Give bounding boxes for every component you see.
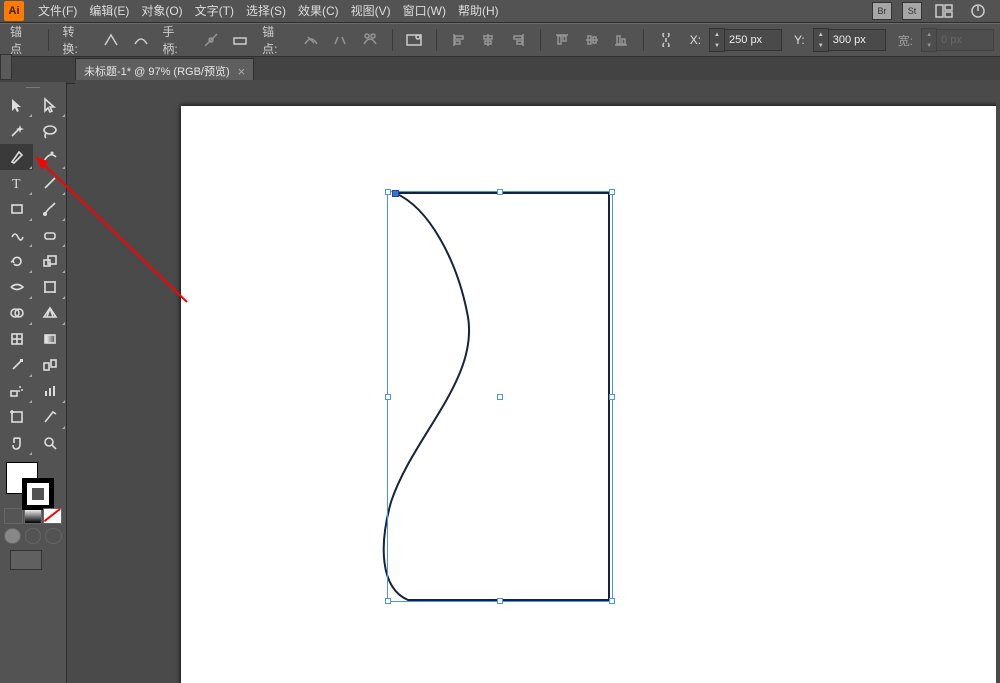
eraser-tool[interactable] <box>33 222 66 248</box>
menu-effect[interactable]: 效果(C) <box>292 0 345 22</box>
artboard-tool[interactable] <box>0 404 33 430</box>
handle-middle-right[interactable] <box>609 394 615 400</box>
curvature-tool[interactable] <box>33 144 66 170</box>
menu-view[interactable]: 视图(V) <box>345 0 397 22</box>
link-wh-icon[interactable] <box>654 28 678 52</box>
shaper-tool[interactable] <box>0 222 33 248</box>
x-field[interactable]: ▲▼ <box>709 28 782 52</box>
paintbrush-tool[interactable] <box>33 196 66 222</box>
gradient-tool[interactable] <box>33 326 66 352</box>
bridge-button[interactable]: Br <box>872 2 892 20</box>
toolbox: T <box>0 82 67 683</box>
stock-button[interactable]: St <box>902 2 922 20</box>
free-transform-tool[interactable] <box>33 274 66 300</box>
column-graph-tool[interactable] <box>33 378 66 404</box>
eyedropper-tool[interactable] <box>0 352 33 378</box>
align-hcenter-button[interactable] <box>477 28 501 52</box>
blend-tool[interactable] <box>33 352 66 378</box>
align-left-button[interactable] <box>447 28 471 52</box>
draw-behind-button[interactable] <box>25 528 42 544</box>
anchors-label: 锚点: <box>258 23 293 57</box>
rectangle-tool[interactable] <box>0 196 33 222</box>
handle-top-right[interactable] <box>609 189 615 195</box>
handle-middle-left[interactable] <box>385 394 391 400</box>
toolbox-grip[interactable] <box>0 82 66 92</box>
handle-bottom-left[interactable] <box>385 598 391 604</box>
menu-file[interactable]: 文件(F) <box>32 0 83 22</box>
anchor-point[interactable] <box>392 190 399 197</box>
handle-top-left[interactable] <box>385 189 391 195</box>
selection-tool[interactable] <box>0 92 33 118</box>
x-label: X: <box>690 33 701 47</box>
draw-normal-button[interactable] <box>4 528 21 544</box>
stroke-swatch[interactable] <box>22 478 54 510</box>
document-tab-title: 未标题-1* @ 97% (RGB/预览) <box>84 63 230 79</box>
line-segment-tool[interactable] <box>33 170 66 196</box>
width-tool[interactable] <box>0 274 33 300</box>
x-input[interactable] <box>725 29 782 51</box>
show-handles-button[interactable] <box>199 28 223 52</box>
zoom-tool[interactable] <box>33 430 66 456</box>
pen-tool[interactable] <box>0 144 33 170</box>
y-input[interactable] <box>829 29 886 51</box>
isolate-button[interactable] <box>402 28 426 52</box>
handle-bottom-right[interactable] <box>609 598 615 604</box>
control-bar: 锚点 转换: 手柄: 锚点: X: ▲▼ Y: ▲▼ 宽: <box>0 23 1000 57</box>
handle-top-center[interactable] <box>497 189 503 195</box>
handles-label: 手柄: <box>158 23 193 57</box>
none-mode-button[interactable] <box>43 508 62 524</box>
direct-selection-tool[interactable] <box>33 92 66 118</box>
menu-type[interactable]: 文字(T) <box>189 0 240 22</box>
menu-help[interactable]: 帮助(H) <box>452 0 505 22</box>
y-label: Y: <box>794 33 805 47</box>
handle-center[interactable] <box>497 394 503 400</box>
lasso-tool[interactable] <box>33 118 66 144</box>
w-field: ▲▼ <box>921 28 994 52</box>
scale-tool[interactable] <box>33 248 66 274</box>
remove-anchor-button[interactable] <box>299 28 323 52</box>
hide-handles-button[interactable] <box>229 28 253 52</box>
menubar: Ai 文件(F) 编辑(E) 对象(O) 文字(T) 选择(S) 效果(C) 视… <box>0 0 1000 23</box>
app-logo: Ai <box>4 1 24 21</box>
mesh-tool[interactable] <box>0 326 33 352</box>
arrange-docs-button[interactable] <box>932 0 956 23</box>
shape-builder-tool[interactable] <box>0 300 33 326</box>
collapsed-panel-tab[interactable] <box>0 54 12 80</box>
magic-wand-tool[interactable] <box>0 118 33 144</box>
close-icon[interactable]: × <box>238 64 246 79</box>
align-right-button[interactable] <box>506 28 530 52</box>
connect-anchor-button[interactable] <box>328 28 352 52</box>
align-bottom-button[interactable] <box>610 28 634 52</box>
gradient-mode-button[interactable] <box>24 508 43 524</box>
handle-bottom-center[interactable] <box>497 598 503 604</box>
hand-tool[interactable] <box>0 430 33 456</box>
anchor-mode-label: 锚点 <box>6 23 38 57</box>
gpu-button[interactable] <box>966 0 990 23</box>
symbol-sprayer-tool[interactable] <box>0 378 33 404</box>
fill-stroke-swatches[interactable] <box>0 456 66 506</box>
canvas-area[interactable] <box>75 80 1000 683</box>
slice-tool[interactable] <box>33 404 66 430</box>
cut-anchor-button[interactable] <box>358 28 382 52</box>
type-tool[interactable]: T <box>0 170 33 196</box>
svg-text:T: T <box>12 177 21 191</box>
menu-edit[interactable]: 编辑(E) <box>83 0 135 22</box>
rotate-tool[interactable] <box>0 248 33 274</box>
w-input <box>937 29 994 51</box>
menu-window[interactable]: 窗口(W) <box>397 0 452 22</box>
screen-mode-button[interactable] <box>10 550 42 570</box>
align-top-button[interactable] <box>551 28 575 52</box>
draw-inside-button[interactable] <box>45 528 62 544</box>
smooth-point-button[interactable] <box>129 28 153 52</box>
convert-label: 转换: <box>58 23 93 57</box>
y-field[interactable]: ▲▼ <box>813 28 886 52</box>
corner-point-button[interactable] <box>99 28 123 52</box>
w-label: 宽: <box>898 32 913 49</box>
menu-select[interactable]: 选择(S) <box>240 0 292 22</box>
menu-object[interactable]: 对象(O) <box>135 0 188 22</box>
color-mode-button[interactable] <box>4 508 23 524</box>
align-vcenter-button[interactable] <box>580 28 604 52</box>
selection-bounds[interactable] <box>387 191 613 602</box>
perspective-grid-tool[interactable] <box>33 300 66 326</box>
